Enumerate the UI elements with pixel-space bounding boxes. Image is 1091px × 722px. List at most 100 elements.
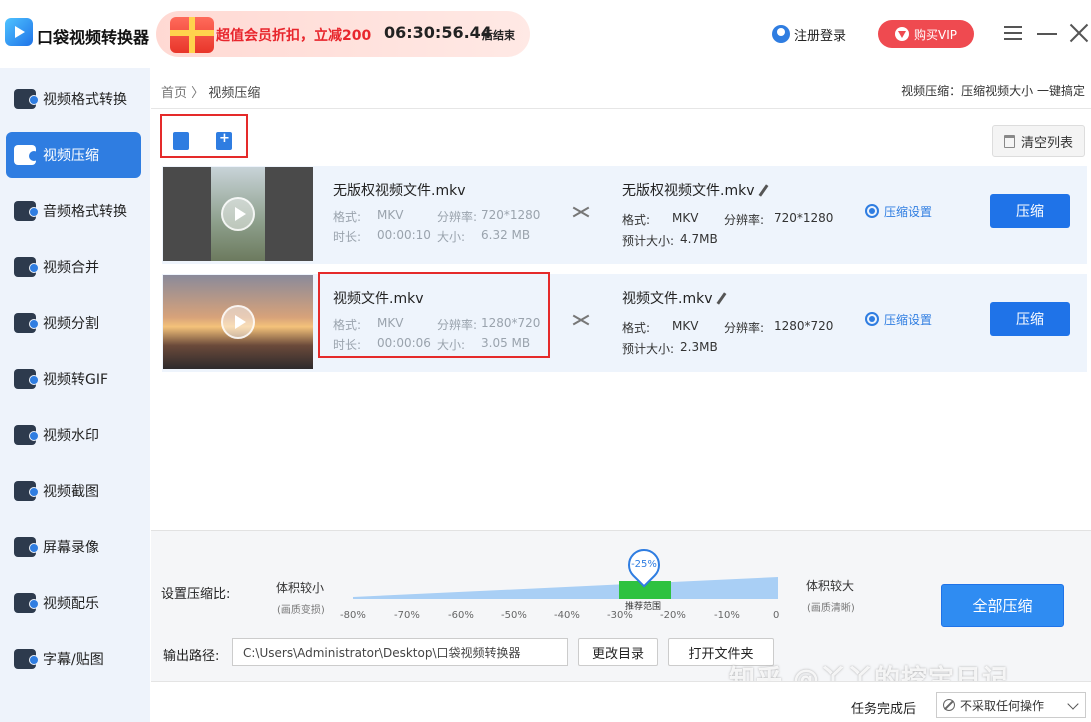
- compress-button[interactable]: 压缩: [990, 194, 1070, 228]
- pencil-icon[interactable]: [717, 292, 727, 305]
- out-format-label: 格式:: [622, 321, 651, 335]
- compression-panel: 设置压缩比: 体积较小 (画质变损) 体积较大 (画质清晰) 推荐范围 -25%…: [151, 530, 1091, 695]
- output-path-input[interactable]: [232, 638, 568, 666]
- sidebar-item-screen-record[interactable]: 屏幕录像: [6, 524, 141, 570]
- output-name[interactable]: 视频文件.mkv: [622, 288, 727, 308]
- gear-icon[interactable]: [865, 312, 879, 326]
- sidebar-item-video-split[interactable]: 视频分割: [6, 300, 141, 346]
- video-merge-icon: [14, 257, 39, 277]
- estimate-label: 预计大小:: [622, 342, 675, 356]
- out-resolution-label: 分辨率:: [724, 213, 765, 227]
- compress-settings-link[interactable]: 压缩设置: [884, 203, 932, 220]
- output-name[interactable]: 无版权视频文件.mkv: [622, 180, 769, 200]
- page-tip: 视频压缩：压缩视频大小 一键搞定: [901, 84, 1085, 98]
- compression-slider[interactable]: [353, 577, 778, 599]
- video-convert-icon: [14, 89, 39, 109]
- promo-banner[interactable]: 超值会员折扣，立减200 06:30:56.44 后结束: [156, 11, 530, 57]
- estimate-value: 4.7MB: [680, 232, 718, 246]
- duration-label: 时长:: [333, 230, 362, 244]
- sidebar-item-video-convert[interactable]: 视频格式转换: [6, 76, 141, 122]
- login-label: 注册登录: [794, 28, 847, 44]
- out-resolution-label: 分辨率:: [724, 321, 765, 335]
- breadcrumb-current: 视频压缩: [208, 86, 261, 101]
- out-format-label: 格式:: [622, 213, 651, 227]
- menu-icon[interactable]: [1000, 20, 1026, 46]
- watermark-icon: [14, 425, 39, 445]
- slider-tick: 0: [773, 610, 780, 621]
- ratio-label: 设置压缩比:: [161, 587, 231, 602]
- size-value: 6.32 MB: [481, 228, 531, 242]
- after-task-value: 不采取任何操作: [960, 698, 1045, 713]
- file-row[interactable]: 无版权视频文件.mkv 格式: MKV 分辨率: 720*1280 时长: 00…: [162, 166, 1087, 264]
- sidebar-item-label: 视频分割: [43, 316, 99, 332]
- app-title: 口袋视频转换器: [37, 28, 150, 47]
- sidebar-item-video-music[interactable]: 视频配乐: [6, 580, 141, 626]
- sidebar-item-video-compress[interactable]: 视频压缩: [6, 132, 141, 178]
- format-label: 格式:: [333, 210, 362, 224]
- smaller-size-sub: (画质变损): [277, 605, 325, 616]
- login-button[interactable]: 注册登录: [772, 24, 846, 44]
- change-dir-button[interactable]: 更改目录: [578, 638, 658, 666]
- sidebar-item-label: 视频配乐: [43, 596, 99, 612]
- user-icon: [772, 25, 790, 43]
- larger-size-sub: (画质清晰): [807, 603, 855, 614]
- subtitle-icon: [14, 649, 39, 669]
- sidebar-item-video-screenshot[interactable]: 视频截图: [6, 468, 141, 514]
- out-format-value: MKV: [672, 211, 699, 225]
- clear-list-button[interactable]: 清空列表: [992, 125, 1085, 157]
- gif-icon: [14, 369, 39, 389]
- audio-convert-icon: [14, 201, 39, 221]
- promo-countdown: 06:30:56.44: [384, 23, 492, 42]
- after-task-label: 任务完成后: [851, 702, 917, 717]
- compress-settings-link[interactable]: 压缩设置: [884, 311, 932, 328]
- size-label: 大小:: [437, 230, 466, 244]
- sidebar-item-label: 字幕/贴图: [43, 652, 104, 668]
- sidebar-item-subtitle[interactable]: 字幕/贴图: [6, 636, 141, 682]
- screenshot-icon: [14, 481, 39, 501]
- slider-tick: -80%: [340, 610, 366, 621]
- sidebar-item-video-watermark[interactable]: 视频水印: [6, 412, 141, 458]
- add-file-icon[interactable]: [173, 132, 189, 150]
- slider-tick: -40%: [554, 610, 580, 621]
- title-bar: 口袋视频转换器 超值会员折扣，立减200 06:30:56.44 后结束 注册登…: [0, 0, 1091, 68]
- slider-tick: -10%: [714, 610, 740, 621]
- sidebar-item-label: 视频格式转换: [43, 92, 127, 108]
- trash-icon: [1003, 134, 1015, 148]
- minimize-icon[interactable]: [1034, 20, 1060, 46]
- output-name-text: 无版权视频文件.mkv: [622, 183, 755, 199]
- sidebar: 视频格式转换 视频压缩 音频格式转换 视频合并 视频分割 视频转GIF 视频水印…: [0, 68, 150, 722]
- smaller-size-label: 体积较小: [276, 581, 325, 595]
- breadcrumb-separator: 〉: [191, 86, 205, 101]
- close-icon[interactable]: [1066, 20, 1091, 46]
- promo-suffix: 后结束: [482, 29, 515, 42]
- music-icon: [14, 593, 39, 613]
- compress-all-button[interactable]: 全部压缩: [941, 584, 1064, 627]
- sidebar-item-video-merge[interactable]: 视频合并: [6, 244, 141, 290]
- out-resolution-value: 720*1280: [774, 211, 834, 225]
- sidebar-item-audio-convert[interactable]: 音频格式转换: [6, 188, 141, 234]
- format-value: MKV: [377, 208, 404, 222]
- gear-icon[interactable]: [865, 204, 879, 218]
- buy-vip-button[interactable]: 购买VIP: [878, 20, 974, 48]
- after-task-select[interactable]: 不采取任何操作: [936, 692, 1086, 718]
- video-thumbnail[interactable]: [163, 167, 313, 261]
- slider-tick: -60%: [448, 610, 474, 621]
- sidebar-item-video-gif[interactable]: 视频转GIF: [6, 356, 141, 402]
- file-row[interactable]: 视频文件.mkv 格式: MKV 分辨率: 1280*720 时长: 00:00…: [162, 274, 1087, 372]
- sidebar-item-label: 屏幕录像: [43, 540, 99, 556]
- vip-label: 购买VIP: [914, 27, 957, 42]
- pencil-icon[interactable]: [759, 184, 769, 197]
- diamond-icon: [895, 27, 909, 41]
- compress-button[interactable]: 压缩: [990, 302, 1070, 336]
- breadcrumb-home[interactable]: 首页: [161, 86, 187, 101]
- file-name: 无版权视频文件.mkv: [333, 183, 466, 199]
- duration-value: 00:00:10: [377, 228, 431, 242]
- add-folder-icon[interactable]: [216, 131, 232, 150]
- convert-arrow-icon: [572, 202, 592, 222]
- play-icon[interactable]: [221, 305, 255, 339]
- video-thumbnail[interactable]: [163, 275, 313, 369]
- divider: [151, 108, 1091, 109]
- gift-icon: [170, 17, 214, 53]
- sidebar-item-label: 视频截图: [43, 484, 99, 500]
- play-icon[interactable]: [221, 197, 255, 231]
